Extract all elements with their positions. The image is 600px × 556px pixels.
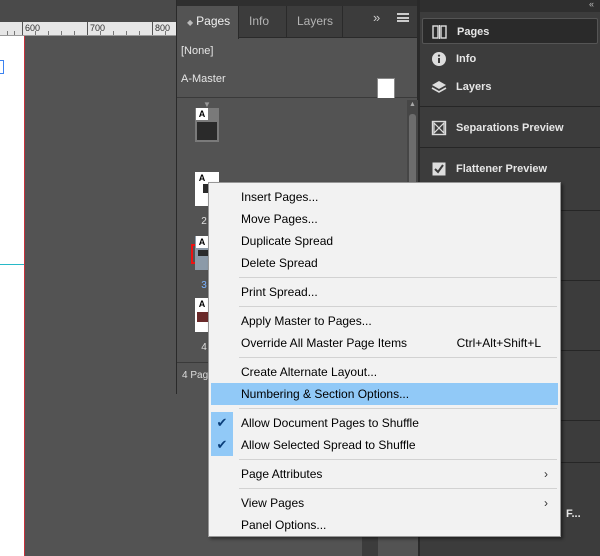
checkmark-icon: ✔ xyxy=(211,434,233,456)
dock-item-layers[interactable]: Layers xyxy=(422,74,598,100)
menu-item-label: Insert Pages... xyxy=(241,190,319,204)
master-none-item[interactable]: [None] xyxy=(181,45,213,57)
tab-pages[interactable]: ◆ Pages xyxy=(177,6,239,39)
submenu-arrow-icon: › xyxy=(544,467,548,481)
dock-item-truncated-label[interactable]: F... xyxy=(566,508,581,520)
guide-line[interactable] xyxy=(0,264,24,265)
page-master-prefix: A xyxy=(196,298,208,310)
page-master-prefix: A xyxy=(196,236,208,248)
pages-icon xyxy=(432,24,448,40)
menu-separator xyxy=(239,488,557,489)
menu-separator xyxy=(239,306,557,307)
menu-item-label: Override All Master Page Items xyxy=(241,336,408,350)
menu-item-shortcut: Ctrl+Alt+Shift+L xyxy=(456,336,541,350)
menu-item-label: Duplicate Spread xyxy=(241,234,334,248)
menu-item-numbering-section-options[interactable]: Numbering & Section Options... xyxy=(211,383,558,405)
menu-item-panel-options[interactable]: Panel Options... xyxy=(211,514,558,536)
layers-icon xyxy=(431,79,447,95)
menu-item-label: Move Pages... xyxy=(241,212,318,226)
menu-item-duplicate-spread[interactable]: Duplicate Spread xyxy=(211,230,558,252)
menu-item-print-spread[interactable]: Print Spread... xyxy=(211,281,558,303)
tab-layers[interactable]: Layers xyxy=(287,6,343,38)
menu-item-label: Page Attributes xyxy=(241,467,323,481)
tab-info[interactable]: Info xyxy=(239,6,287,38)
collapse-diamond-icon: ◆ xyxy=(187,18,194,27)
menu-item-label: Delete Spread xyxy=(241,256,318,270)
dock-item-separations-label: Separations Preview xyxy=(456,122,564,134)
info-icon xyxy=(431,51,447,67)
menu-item-create-alternate-layout[interactable]: Create Alternate Layout... xyxy=(211,361,558,383)
menu-item-label: Allow Selected Spread to Shuffle xyxy=(241,438,416,452)
flattener-icon xyxy=(431,161,447,177)
menu-item-page-attributes[interactable]: Page Attributes › xyxy=(211,463,558,485)
menu-item-insert-pages[interactable]: Insert Pages... xyxy=(211,186,558,208)
dock-item-flattener-preview[interactable]: Flattener Preview xyxy=(422,156,598,182)
pages-panel-context-menu: Insert Pages... Move Pages... Duplicate … xyxy=(208,182,561,537)
dock-item-flattener-label: Flattener Preview xyxy=(456,163,548,175)
tab-info-label: Info xyxy=(249,14,270,28)
dock-header[interactable]: « xyxy=(420,0,600,12)
checkmark-icon: ✔ xyxy=(211,412,233,434)
tab-pages-label: Pages xyxy=(196,14,231,28)
ruler-mark: 700 xyxy=(87,22,105,35)
document-tab-strip xyxy=(0,0,176,22)
dock-item-pages[interactable]: Pages xyxy=(422,18,598,44)
page-thumbnail-1[interactable]: A xyxy=(195,108,219,142)
text-frame-edge[interactable] xyxy=(0,60,4,74)
dock-divider xyxy=(420,147,600,148)
submenu-arrow-icon: › xyxy=(544,496,548,510)
ruler-mark: 600 xyxy=(22,22,40,35)
menu-item-delete-spread[interactable]: Delete Spread xyxy=(211,252,558,274)
masters-section: [None] A-Master xyxy=(177,38,417,128)
dock-item-info[interactable]: Info xyxy=(422,46,598,72)
panel-tab-bar: ◆ Pages Info Layers » xyxy=(177,0,417,39)
dock-item-info-label: Info xyxy=(456,53,477,65)
menu-item-label: Create Alternate Layout... xyxy=(241,365,378,379)
menu-item-allow-spread-shuffle[interactable]: ✔ Allow Selected Spread to Shuffle xyxy=(211,434,558,456)
tab-layers-label: Layers xyxy=(297,14,334,28)
menu-item-label: Apply Master to Pages... xyxy=(241,314,372,328)
document-page-edge[interactable] xyxy=(0,36,25,556)
dock-item-pages-label: Pages xyxy=(457,26,490,38)
master-a-item[interactable]: A-Master xyxy=(181,73,226,85)
master-none-label: [None] xyxy=(181,45,214,57)
master-none-thumbnail[interactable] xyxy=(377,78,395,100)
menu-separator xyxy=(239,459,557,460)
menu-item-label: Print Spread... xyxy=(241,285,318,299)
separations-icon xyxy=(431,120,447,136)
menu-item-apply-master[interactable]: Apply Master to Pages... xyxy=(211,310,558,332)
master-a-label: A-Master xyxy=(181,73,226,85)
menu-item-label: View Pages xyxy=(241,496,305,510)
menu-item-override-master-items[interactable]: Override All Master Page Items Ctrl+Alt+… xyxy=(211,332,558,354)
horizontal-ruler[interactable]: 600 700 800 xyxy=(0,22,176,36)
menu-item-label: Allow Document Pages to Shuffle xyxy=(241,416,419,430)
scroll-up-icon[interactable]: ▲ xyxy=(409,101,416,108)
menu-separator xyxy=(239,277,557,278)
menu-separator xyxy=(239,408,557,409)
dock-item-separations-preview[interactable]: Separations Preview xyxy=(422,115,598,141)
menu-separator xyxy=(239,357,557,358)
expand-panel-icon[interactable]: » xyxy=(373,10,380,25)
menu-item-label: Panel Options... xyxy=(241,518,327,532)
menu-item-label: Numbering & Section Options... xyxy=(241,387,410,401)
menu-item-view-pages[interactable]: View Pages › xyxy=(211,492,558,514)
panel-menu-icon[interactable] xyxy=(397,13,409,22)
menu-item-allow-document-shuffle[interactable]: ✔ Allow Document Pages to Shuffle xyxy=(211,412,558,434)
dock-divider xyxy=(420,106,600,107)
page-master-prefix: A xyxy=(196,108,208,120)
dock-item-layers-label: Layers xyxy=(456,81,492,93)
collapse-dock-icon[interactable]: « xyxy=(589,0,594,9)
ruler-mark: 800 xyxy=(152,22,170,35)
page-master-prefix: A xyxy=(196,172,208,184)
menu-item-move-pages[interactable]: Move Pages... xyxy=(211,208,558,230)
